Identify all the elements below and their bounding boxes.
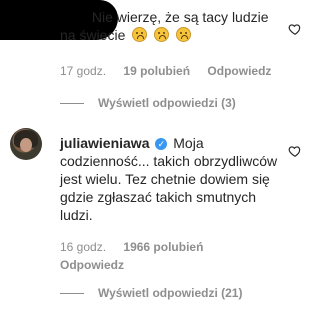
reply-button[interactable]: Odpowiedz — [207, 64, 271, 78]
comment-text-block: juliawieniawa ✓ Moja codzienność... taki… — [60, 134, 280, 224]
comment-meta: 17 godz. 19 polubień Odpowiedz — [60, 62, 300, 80]
like-heart-icon[interactable] — [288, 22, 302, 36]
comment-time: 17 godz. — [60, 64, 107, 78]
likes-count-button[interactable]: 19 polubień — [123, 64, 190, 78]
comment-time: 16 godz. — [60, 240, 107, 254]
comment-text-block: Nie wierzę, że są tacy ludzie na świecie — [60, 8, 280, 44]
verified-badge-icon: ✓ — [155, 138, 168, 150]
sad-emoji-icon — [154, 27, 170, 42]
view-replies-label: Wyświetl odpowiedzi (3) — [98, 96, 236, 110]
reply-button[interactable]: Odpowiedz — [60, 258, 124, 272]
view-replies-label: Wyświetl odpowiedzi (21) — [98, 286, 243, 300]
comment-meta: 16 godz. 1966 polubień Odpowiedz — [60, 238, 300, 274]
replies-divider-line — [60, 293, 84, 295]
sad-emoji-icon — [132, 27, 148, 42]
replies-divider-line — [60, 103, 84, 105]
likes-count-button[interactable]: 1966 polubień — [123, 240, 203, 254]
view-replies-button[interactable]: Wyświetl odpowiedzi (3) — [60, 96, 300, 110]
avatar[interactable] — [10, 128, 42, 160]
sad-emoji-icon — [176, 27, 192, 42]
view-replies-button[interactable]: Wyświetl odpowiedzi (21) — [60, 286, 300, 300]
username-link[interactable]: juliawieniawa — [60, 135, 149, 151]
like-heart-icon[interactable] — [288, 144, 302, 158]
